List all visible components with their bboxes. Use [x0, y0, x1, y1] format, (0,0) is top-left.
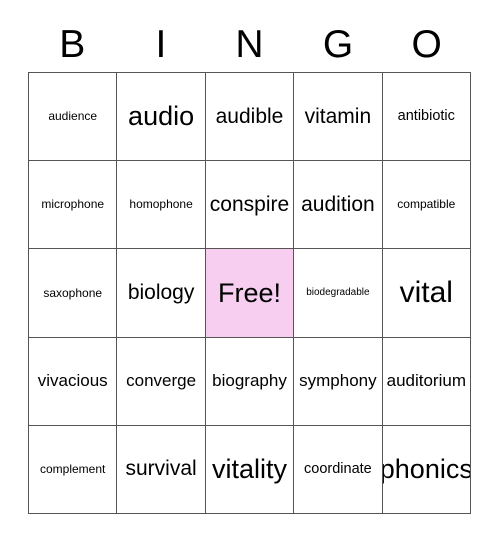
bingo-cell-label: biodegradable	[306, 286, 370, 298]
bingo-cell-r5c2[interactable]: survival	[117, 425, 206, 514]
bingo-cell-r2c5[interactable]: compatible	[382, 161, 471, 250]
bingo-cell-label: vital	[399, 276, 453, 310]
bingo-cell-label: phonics	[382, 454, 471, 485]
bingo-cell-label: vivacious	[37, 371, 108, 391]
bingo-cell-label: symphony	[299, 371, 377, 391]
bingo-cell-label: survival	[125, 457, 197, 481]
bingo-cell-label: vitality	[211, 454, 287, 485]
bingo-cell-label: auditorium	[386, 371, 466, 391]
bingo-cell-r3c5[interactable]: vital	[382, 249, 471, 338]
bingo-grid: audience audio audible vitamin antibioti…	[28, 72, 471, 514]
bingo-cell-r4c5[interactable]: auditorium	[382, 337, 471, 426]
bingo-cell-r5c4[interactable]: coordinate	[294, 425, 383, 514]
bingo-cell-label: microphone	[41, 197, 105, 212]
bingo-cell-label: audience	[48, 109, 98, 124]
bingo-header-letter-g: G	[322, 23, 354, 66]
bingo-cell-r1c5[interactable]: antibiotic	[382, 73, 471, 162]
bingo-cell-r2c2[interactable]: homophone	[117, 161, 206, 250]
bingo-cell-label: coordinate	[304, 460, 372, 477]
bingo-cell-label: saxophone	[43, 285, 103, 300]
bingo-cell-label: compatible	[397, 197, 456, 212]
bingo-cell-label: homophone	[129, 197, 193, 212]
bingo-cell-r2c3[interactable]: conspire	[205, 161, 295, 250]
bingo-cell-r5c5[interactable]: phonics	[382, 425, 471, 514]
bingo-cell-r3c4[interactable]: biodegradable	[294, 249, 383, 338]
bingo-cell-r3c1[interactable]: saxophone	[29, 249, 118, 338]
bingo-cell-r1c3[interactable]: audible	[205, 73, 295, 162]
bingo-cell-r1c2[interactable]: audio	[117, 73, 206, 162]
bingo-cell-r4c4[interactable]: symphony	[294, 337, 383, 426]
bingo-cell-r1c4[interactable]: vitamin	[294, 73, 383, 162]
bingo-cell-label: audible	[215, 104, 284, 128]
bingo-cell-r2c4[interactable]: audition	[294, 161, 383, 250]
bingo-card: B I N G O audience audio audible vitamin…	[0, 0, 500, 544]
bingo-cell-label: audition	[301, 192, 375, 216]
bingo-cell-free-space[interactable]: Free!	[205, 249, 295, 338]
bingo-cell-label: vitamin	[304, 104, 372, 128]
bingo-cell-label: biology	[127, 280, 195, 304]
bingo-header: B I N G O	[28, 18, 471, 72]
bingo-cell-r5c3[interactable]: vitality	[205, 425, 295, 514]
bingo-cell-r4c1[interactable]: vivacious	[29, 337, 118, 426]
bingo-cell-r3c2[interactable]: biology	[117, 249, 206, 338]
bingo-cell-r5c1[interactable]: complement	[29, 425, 118, 514]
bingo-cell-label: complement	[40, 462, 106, 477]
bingo-cell-label: antibiotic	[397, 107, 455, 124]
bingo-header-letter-n: N	[235, 23, 264, 66]
bingo-cell-r2c1[interactable]: microphone	[29, 161, 118, 250]
bingo-cell-label: converge	[126, 371, 197, 391]
bingo-header-letter-o: O	[411, 23, 442, 66]
bingo-cell-r4c3[interactable]: biography	[205, 337, 295, 426]
bingo-free-label: Free!	[217, 277, 281, 308]
bingo-cell-r1c1[interactable]: audience	[29, 73, 118, 162]
bingo-cell-r4c2[interactable]: converge	[117, 337, 206, 426]
bingo-cell-label: audio	[128, 101, 195, 132]
bingo-header-letter-b: B	[59, 23, 86, 66]
bingo-cell-label: conspire	[209, 192, 290, 216]
bingo-cell-label: biography	[212, 371, 287, 391]
bingo-header-letter-i: I	[155, 23, 167, 66]
